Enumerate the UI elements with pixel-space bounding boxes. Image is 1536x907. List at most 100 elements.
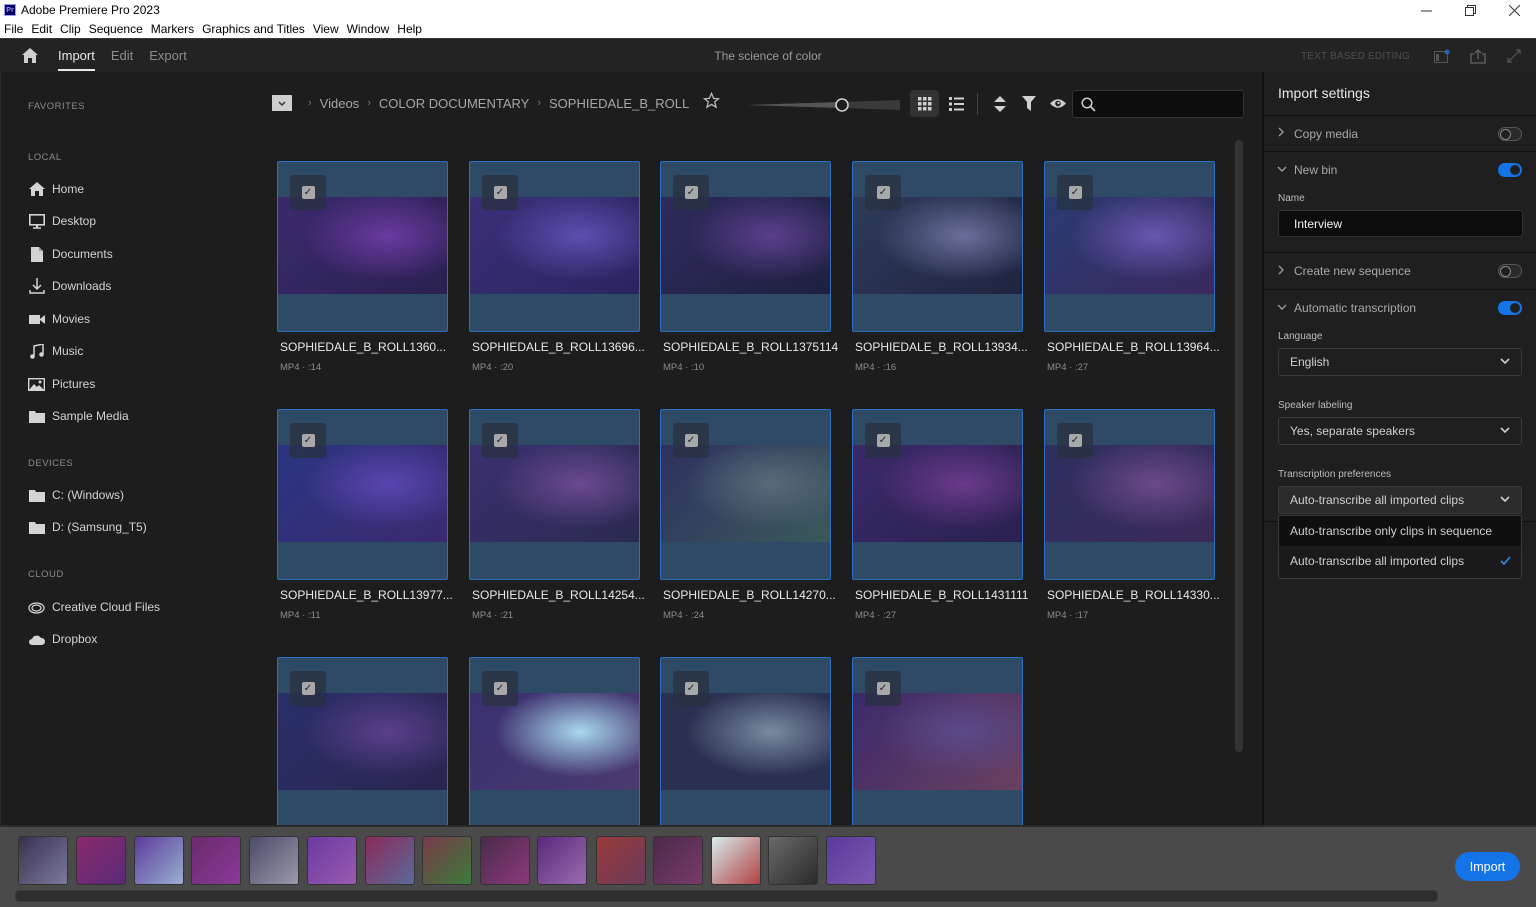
clip-thumbnail[interactable]: ✓ [277, 657, 448, 828]
clip-card[interactable]: ✓ SOPHIEDALE_B_ROLL14254... MP4 · :21 [469, 409, 645, 621]
auto-transcription-row[interactable]: Automatic transcription [1264, 289, 1536, 325]
option-transcribe-all[interactable]: Auto-transcribe all imported clips [1279, 546, 1521, 576]
sidebar-item-downloads[interactable]: Downloads [28, 275, 111, 297]
minimize-button[interactable] [1404, 0, 1448, 20]
breadcrumb-videos[interactable]: Videos [320, 96, 360, 111]
clip-thumbnail[interactable]: ✓ [1044, 409, 1215, 580]
sidebar-item-pictures[interactable]: Pictures [28, 373, 95, 395]
favorite-star-button[interactable] [702, 91, 721, 114]
clip-card[interactable]: ✓ SOPHIEDALE_B_ROLL1375114 MP4 · :10 [660, 161, 838, 373]
breadcrumb-sophiedale-b-roll[interactable]: SOPHIEDALE_B_ROLL [549, 96, 689, 111]
clip-checkbox[interactable]: ✓ [290, 671, 326, 706]
clip-thumbnail[interactable]: ✓ [852, 657, 1023, 828]
tray-clip-thumbnail[interactable] [18, 836, 68, 885]
tray-clip-thumbnail[interactable] [76, 836, 126, 885]
copy-media-row[interactable]: Copy media [1264, 115, 1536, 151]
breadcrumb-color-documentary[interactable]: COLOR DOCUMENTARY [379, 96, 529, 111]
new-bin-row[interactable]: New bin [1264, 151, 1536, 187]
clip-checkbox[interactable]: ✓ [482, 423, 518, 458]
bin-name-input[interactable]: Interview [1278, 210, 1523, 237]
create-sequence-row[interactable]: Create new sequence [1264, 252, 1536, 289]
sidebar-item-music[interactable]: Music [28, 340, 83, 362]
tab-export[interactable]: Export [149, 39, 187, 73]
clip-thumbnail[interactable]: ✓ [277, 161, 448, 332]
clip-checkbox[interactable]: ✓ [673, 671, 709, 706]
clip-checkbox[interactable]: ✓ [1057, 423, 1093, 458]
clip-card[interactable]: ✓ [852, 657, 1023, 836]
tray-clip-thumbnail[interactable] [653, 836, 703, 885]
auto-transcription-toggle[interactable] [1498, 300, 1522, 315]
tray-clip-thumbnail[interactable] [596, 836, 646, 885]
clip-thumbnail[interactable]: ✓ [660, 409, 831, 580]
clip-thumbnail[interactable]: ✓ [660, 657, 831, 828]
menu-window[interactable]: Window [347, 22, 390, 36]
close-button[interactable] [1492, 0, 1536, 20]
tray-clip-thumbnail[interactable] [191, 836, 241, 885]
new-bin-toggle[interactable] [1498, 162, 1522, 177]
sidebar-item-sample-media[interactable]: Sample Media [28, 405, 129, 427]
clip-thumbnail[interactable]: ✓ [469, 657, 640, 828]
share-button[interactable] [1460, 39, 1496, 73]
clip-card[interactable]: ✓ SOPHIEDALE_B_ROLL14270... MP4 · :24 [660, 409, 836, 621]
restore-button[interactable] [1448, 0, 1492, 20]
menu-graphics-and-titles[interactable]: Graphics and Titles [202, 22, 305, 36]
clip-thumbnail[interactable]: ✓ [469, 409, 640, 580]
clip-card[interactable]: ✓ [660, 657, 831, 836]
sidebar-item-desktop[interactable]: Desktop [28, 210, 96, 232]
menu-markers[interactable]: Markers [151, 22, 194, 36]
speaker-labeling-dropdown[interactable]: Yes, separate speakers [1278, 417, 1522, 445]
filter-button[interactable] [1014, 90, 1043, 117]
thumbnail-size-slider[interactable] [748, 98, 900, 112]
clip-card[interactable]: ✓ SOPHIEDALE_B_ROLL1360... MP4 · :14 [277, 161, 448, 373]
clip-checkbox[interactable]: ✓ [865, 423, 901, 458]
language-dropdown[interactable]: English [1278, 348, 1522, 376]
grid-view-button[interactable] [910, 90, 939, 117]
menu-help[interactable]: Help [397, 22, 422, 36]
menu-view[interactable]: View [313, 22, 339, 36]
tray-clip-thumbnail[interactable] [826, 836, 876, 885]
tray-clip-thumbnail[interactable] [711, 836, 761, 885]
clip-checkbox[interactable]: ✓ [865, 175, 901, 210]
tray-clip-thumbnail[interactable] [480, 836, 530, 885]
clip-card[interactable]: ✓ [277, 657, 448, 836]
option-transcribe-sequence-only[interactable]: Auto-transcribe only clips in sequence [1279, 516, 1521, 546]
tray-clip-thumbnail[interactable] [134, 836, 184, 885]
clip-thumbnail[interactable]: ✓ [852, 409, 1023, 580]
clip-checkbox[interactable]: ✓ [673, 423, 709, 458]
sidebar-item-movies[interactable]: Movies [28, 308, 90, 330]
copy-media-toggle[interactable] [1498, 126, 1522, 141]
clip-thumbnail[interactable]: ✓ [852, 161, 1023, 332]
tray-clip-thumbnail[interactable] [537, 836, 587, 885]
clip-checkbox[interactable]: ✓ [673, 175, 709, 210]
horizontal-scrollbar[interactable] [15, 890, 1438, 902]
clip-card[interactable]: ✓ SOPHIEDALE_B_ROLL13696... MP4 · :20 [469, 161, 645, 373]
home-button[interactable] [20, 46, 40, 66]
tray-clip-thumbnail[interactable] [768, 836, 818, 885]
clip-card[interactable]: ✓ SOPHIEDALE_B_ROLL1431111 MP4 · :27 [852, 409, 1028, 621]
tab-import[interactable]: Import [58, 39, 95, 73]
import-button[interactable]: Import [1455, 852, 1520, 881]
clip-card[interactable]: ✓ SOPHIEDALE_B_ROLL13964... MP4 · :27 [1044, 161, 1220, 373]
clip-card[interactable]: ✓ SOPHIEDALE_B_ROLL14330... MP4 · :17 [1044, 409, 1220, 621]
clip-checkbox[interactable]: ✓ [1057, 175, 1093, 210]
sidebar-item-c-drive[interactable]: C: (Windows) [28, 484, 124, 506]
clip-checkbox[interactable]: ✓ [290, 423, 326, 458]
clip-thumbnail[interactable]: ✓ [277, 409, 448, 580]
sort-button[interactable] [985, 90, 1014, 117]
tray-clip-thumbnail[interactable] [422, 836, 472, 885]
clip-checkbox[interactable]: ✓ [865, 671, 901, 706]
sidebar-item-documents[interactable]: Documents [28, 243, 113, 265]
clip-checkbox[interactable]: ✓ [482, 671, 518, 706]
tray-clip-thumbnail[interactable] [307, 836, 357, 885]
tab-edit[interactable]: Edit [111, 39, 133, 73]
workspace-button[interactable] [1424, 39, 1460, 73]
fullscreen-button[interactable] [1496, 39, 1532, 73]
menu-sequence[interactable]: Sequence [89, 22, 143, 36]
clip-thumbnail[interactable]: ✓ [660, 161, 831, 332]
transcription-preferences-dropdown[interactable]: Auto-transcribe all imported clips [1278, 486, 1522, 514]
menu-edit[interactable]: Edit [31, 22, 52, 36]
menu-clip[interactable]: Clip [60, 22, 81, 36]
tray-clip-thumbnail[interactable] [249, 836, 299, 885]
vertical-scrollbar[interactable] [1235, 140, 1243, 752]
search-field[interactable] [1072, 90, 1244, 118]
